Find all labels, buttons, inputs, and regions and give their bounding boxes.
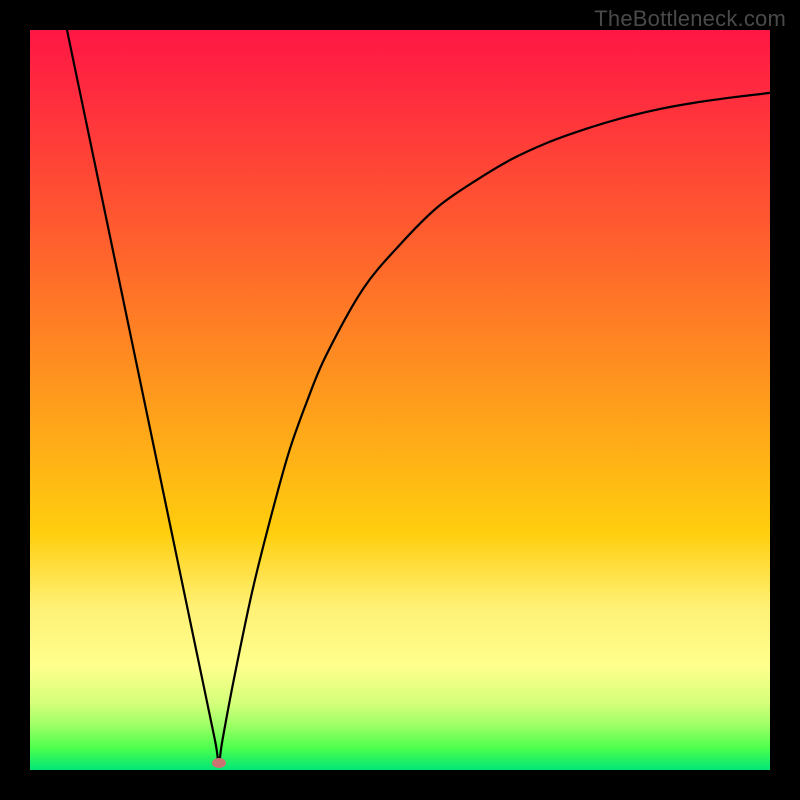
plot-area [30, 30, 770, 770]
watermark-text: TheBottleneck.com [594, 6, 786, 32]
bottleneck-curve [30, 30, 770, 770]
chart-frame: TheBottleneck.com [0, 0, 800, 800]
optimum-marker [212, 758, 226, 768]
